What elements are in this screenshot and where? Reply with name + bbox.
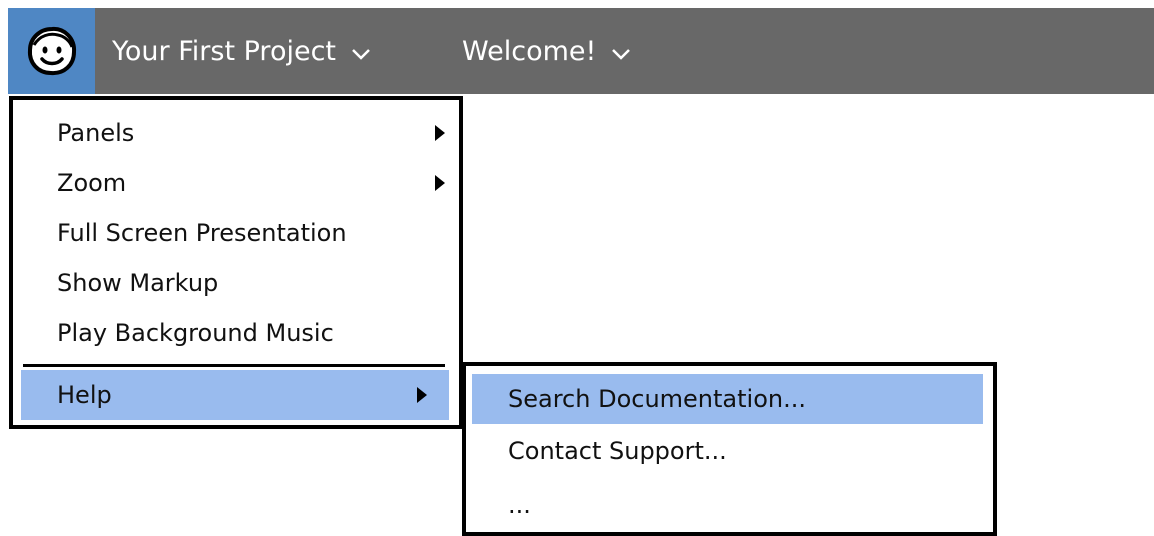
help-submenu: Search Documentation... Contact Support.…: [462, 362, 997, 536]
menu-item-label: Full Screen Presentation: [57, 219, 347, 247]
menu-item-play-background-music[interactable]: Play Background Music: [13, 308, 459, 358]
menu-item-label: Show Markup: [57, 269, 219, 297]
menu-item-label: Contact Support...: [508, 437, 727, 465]
menu-item-show-markup[interactable]: Show Markup: [13, 258, 459, 308]
menu-item-label: ...: [508, 491, 531, 519]
submenu-arrow-icon: [435, 175, 445, 191]
menu-item-label: Zoom: [57, 169, 127, 197]
project-menu[interactable]: Your First Project: [112, 8, 370, 94]
menu-item-contact-support[interactable]: Contact Support...: [466, 426, 993, 476]
menu-item-full-screen-presentation[interactable]: Full Screen Presentation: [13, 208, 459, 258]
menu-separator: [23, 364, 445, 367]
menu-item-panels[interactable]: Panels: [13, 108, 459, 158]
submenu-arrow-icon: [417, 387, 427, 403]
view-menu-dropdown: Panels Zoom Full Screen Presentation Sho…: [9, 96, 463, 429]
top-bar: Your First Project Welcome!: [8, 8, 1154, 94]
submenu-arrow-icon: [435, 125, 445, 141]
menu-item-label: Search Documentation...: [508, 385, 806, 413]
chevron-down-icon: [352, 36, 370, 67]
menu-item-label: Play Background Music: [57, 319, 334, 347]
menu-item-label: Panels: [57, 119, 135, 147]
welcome-menu-label: Welcome!: [462, 35, 597, 67]
app-logo[interactable]: [8, 8, 95, 94]
menu-item-help[interactable]: Help: [21, 370, 449, 420]
welcome-menu[interactable]: Welcome!: [462, 8, 631, 94]
menu-item-more[interactable]: ...: [466, 480, 993, 530]
smiley-face-icon: [27, 26, 77, 76]
menu-item-search-documentation[interactable]: Search Documentation...: [472, 374, 983, 424]
project-menu-label: Your First Project: [112, 35, 337, 67]
menu-item-label: Help: [57, 381, 112, 409]
menu-item-zoom[interactable]: Zoom: [13, 158, 459, 208]
chevron-down-icon: [612, 36, 631, 67]
